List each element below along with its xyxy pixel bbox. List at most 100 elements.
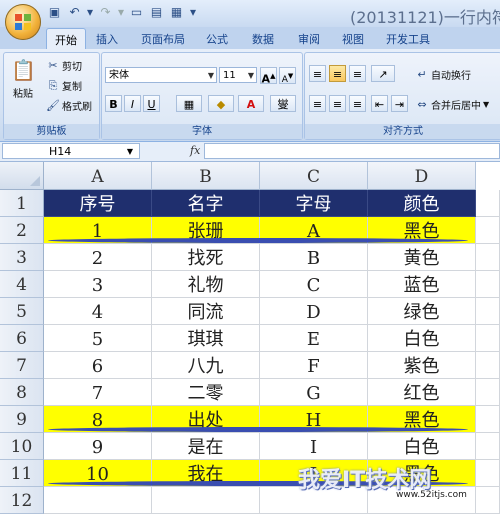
align-center-button[interactable]: ≡ [329,95,346,112]
orientation-button[interactable]: ↗ [371,65,395,82]
decrease-indent-button[interactable]: ⇤ [371,95,388,112]
header-cell[interactable]: 序号 [44,190,152,217]
row-header[interactable]: 10 [0,433,44,460]
col-header-d[interactable]: D [368,162,476,190]
empty-cell[interactable] [476,217,500,244]
cell-letter[interactable]: F [260,352,368,379]
cut-button[interactable]: ✂ 剪切 [46,58,82,74]
font-color-button[interactable]: A [238,95,264,112]
cell-name[interactable]: 是在 [152,433,260,460]
row-header[interactable]: 12 [0,487,44,514]
cell-color[interactable]: 白色 [368,433,476,460]
row-header[interactable]: 1 [0,190,44,217]
cell-name[interactable]: 礼物 [152,271,260,298]
row-header[interactable]: 4 [0,271,44,298]
empty-cell[interactable] [44,487,152,514]
empty-cell[interactable] [476,433,500,460]
empty-cell[interactable] [476,406,500,433]
copy-button[interactable]: ⎘ 复制 [46,78,82,94]
office-button[interactable] [5,4,41,40]
row-header[interactable]: 9 [0,406,44,433]
italic-button[interactable]: I [124,95,141,112]
cell-seq[interactable]: 4 [44,298,152,325]
empty-cell[interactable] [476,244,500,271]
insert-function-icon[interactable]: fx [190,144,200,157]
empty-cell[interactable] [476,190,500,217]
tab-page-layout[interactable]: 页面布局 [141,31,185,47]
col-header-a[interactable]: A [44,162,152,190]
undo-icon[interactable]: ↶ [66,4,83,21]
tab-formulas[interactable]: 公式 [206,31,228,47]
empty-cell[interactable] [476,487,500,514]
paste-button[interactable]: 📋 粘贴 [8,57,38,100]
row-header[interactable]: 7 [0,352,44,379]
cell-letter[interactable]: E [260,325,368,352]
cell-color[interactable]: 黄色 [368,244,476,271]
align-right-button[interactable]: ≡ [349,95,366,112]
cell-seq[interactable]: 5 [44,325,152,352]
cell-name[interactable]: 二零 [152,379,260,406]
row-header[interactable]: 5 [0,298,44,325]
formula-input[interactable] [204,143,500,159]
undo-dropdown-icon[interactable]: ▾ [86,4,94,21]
customize-qat-icon[interactable]: ▾ [188,4,198,21]
grid-icon[interactable]: ▦ [168,4,185,21]
header-cell[interactable]: 名字 [152,190,260,217]
cell-color[interactable]: 红色 [368,379,476,406]
grow-font-button[interactable]: A▲ [260,67,277,86]
cell-letter[interactable]: G [260,379,368,406]
cell-name[interactable]: 八九 [152,352,260,379]
name-box[interactable]: H14 ▼ [2,143,140,159]
cell-seq[interactable]: 6 [44,352,152,379]
tab-data[interactable]: 数据 [252,31,274,47]
cell-name[interactable]: 同流 [152,298,260,325]
empty-cell[interactable] [476,298,500,325]
empty-cell[interactable] [476,271,500,298]
format-painter-button[interactable]: 🖌 格式刷 [46,98,92,114]
shrink-font-button[interactable]: A▼ [279,67,296,85]
align-bottom-button[interactable]: ≡ [349,65,366,82]
cell-color[interactable]: 紫色 [368,352,476,379]
row-header[interactable]: 3 [0,244,44,271]
table-icon[interactable]: ▤ [148,4,165,21]
tab-view[interactable]: 视图 [342,31,364,47]
cell-name[interactable]: 琪琪 [152,325,260,352]
save-icon[interactable]: ▣ [46,4,63,21]
empty-cell[interactable] [152,487,260,514]
form-icon[interactable]: ▭ [128,4,145,21]
empty-cell[interactable] [476,325,500,352]
cell-color[interactable]: 绿色 [368,298,476,325]
empty-cell[interactable] [476,352,500,379]
row-header[interactable]: 6 [0,325,44,352]
row-header[interactable]: 11 [0,460,44,487]
header-cell[interactable]: 字母 [260,190,368,217]
phonetic-button[interactable]: 燮 [270,95,296,112]
cell-seq[interactable]: 2 [44,244,152,271]
bold-button[interactable]: B [105,95,122,112]
row-header[interactable]: 8 [0,379,44,406]
cell-letter[interactable]: C [260,271,368,298]
align-middle-button[interactable]: ≡ [329,65,346,82]
row-header[interactable]: 2 [0,217,44,244]
cell-color[interactable]: 蓝色 [368,271,476,298]
tab-developer[interactable]: 开发工具 [386,31,430,47]
cell-seq[interactable]: 3 [44,271,152,298]
merge-center-button[interactable]: ⇔ 合并后居中 ▼ [415,97,489,113]
align-top-button[interactable]: ≡ [309,65,326,82]
cell-letter[interactable]: D [260,298,368,325]
select-all-button[interactable] [0,162,44,190]
redo-icon[interactable]: ↷ [97,4,114,21]
tab-review[interactable]: 审阅 [298,31,320,47]
redo-dropdown-icon[interactable]: ▾ [117,4,125,21]
underline-button[interactable]: U [143,95,160,112]
col-header-b[interactable]: B [152,162,260,190]
cell-seq[interactable]: 9 [44,433,152,460]
align-left-button[interactable]: ≡ [309,95,326,112]
header-cell[interactable]: 颜色 [368,190,476,217]
cell-letter[interactable]: B [260,244,368,271]
border-button[interactable]: ▦ [176,95,202,112]
font-name-combo[interactable]: 宋体 ▼ [105,67,217,83]
cell-seq[interactable]: 7 [44,379,152,406]
font-size-combo[interactable]: 11 ▼ [219,67,257,83]
increase-indent-button[interactable]: ⇥ [391,95,408,112]
